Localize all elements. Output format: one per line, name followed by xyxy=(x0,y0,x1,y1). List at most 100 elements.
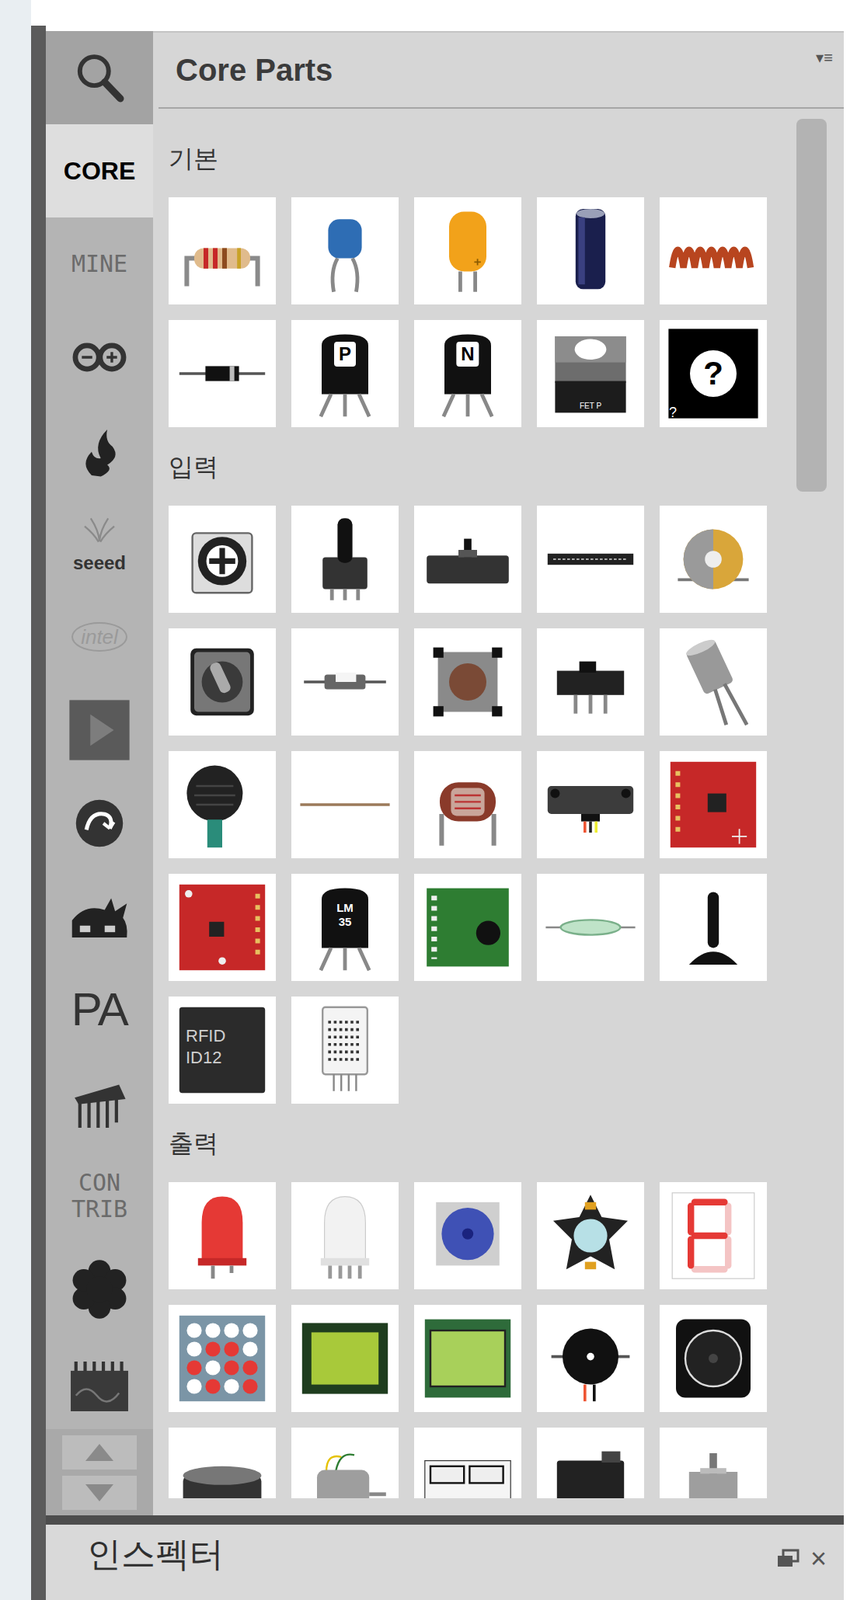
part-tile[interactable] xyxy=(168,1182,276,1290)
pa-logo-icon: PA xyxy=(71,986,129,1034)
part-tile[interactable] xyxy=(414,197,522,305)
part-tile[interactable] xyxy=(414,505,522,614)
bin-tab[interactable] xyxy=(45,870,154,964)
logo-text: intel xyxy=(71,622,128,652)
tab-scroll xyxy=(45,1429,154,1516)
chip-icon xyxy=(66,1350,133,1416)
parts-list: 기본PNFET P??입력LM35RFIDID12출력 xyxy=(153,108,797,1499)
bin-tab[interactable] xyxy=(45,1336,154,1430)
part-tile[interactable] xyxy=(536,628,645,736)
part-tile[interactable]: RFIDID12 xyxy=(168,996,276,1105)
bin-tab[interactable] xyxy=(45,31,154,125)
part-tile[interactable] xyxy=(168,320,276,428)
part-tile[interactable]: ?? xyxy=(659,320,767,428)
part-label: FET P xyxy=(579,402,602,411)
part-tile[interactable] xyxy=(414,751,522,859)
arduino-icon xyxy=(66,324,133,391)
part-tile[interactable] xyxy=(168,628,276,736)
tab-text: CORE xyxy=(63,158,136,184)
scrollbar[interactable] xyxy=(796,108,827,1499)
panel-title: Core Parts xyxy=(175,54,333,86)
lm35-icon xyxy=(298,881,392,975)
bin-tab[interactable] xyxy=(45,1056,154,1150)
inspector-title: 인스펙터 xyxy=(87,1534,224,1576)
play-icon xyxy=(66,697,133,763)
pushbutton-icon xyxy=(421,635,515,729)
circle-icon xyxy=(66,790,133,857)
part-tile[interactable] xyxy=(414,874,522,982)
part-tile[interactable] xyxy=(291,1305,399,1413)
scroll-up-icon[interactable] xyxy=(62,1435,137,1471)
menu-icon[interactable]: ▾≡ xyxy=(815,49,833,66)
lcd1-icon xyxy=(298,1312,392,1406)
part-tile[interactable] xyxy=(168,1428,276,1499)
bin-tab[interactable] xyxy=(45,310,154,405)
bin-tab[interactable]: PA xyxy=(45,963,154,1057)
part-tile[interactable] xyxy=(659,751,767,859)
part-tile[interactable] xyxy=(659,1428,767,1499)
bin-tab[interactable]: intel xyxy=(45,590,154,684)
slideswitch-icon xyxy=(543,635,638,729)
part-tile[interactable] xyxy=(168,874,276,982)
part-tile[interactable] xyxy=(291,1182,399,1290)
scrollbar-thumb[interactable] xyxy=(796,118,827,492)
part-label: ID12 xyxy=(185,1049,222,1067)
part-tile[interactable] xyxy=(414,1305,522,1413)
part-tile[interactable] xyxy=(659,197,767,305)
bin-tab[interactable]: seeed xyxy=(45,497,154,591)
bin-tab[interactable] xyxy=(45,683,154,777)
part-tile[interactable] xyxy=(659,505,767,614)
part-tile[interactable] xyxy=(536,197,645,305)
accelboard-icon xyxy=(666,758,760,852)
part-tile[interactable]: N xyxy=(414,320,522,428)
bin-tab[interactable] xyxy=(45,404,154,498)
part-tile[interactable] xyxy=(168,505,276,614)
parts-section: 출력 xyxy=(168,1104,797,1499)
part-tile[interactable] xyxy=(659,1182,767,1290)
part-tile[interactable] xyxy=(536,874,645,982)
part-tile[interactable] xyxy=(291,751,399,859)
parts-panel: Core Parts ▾≡ 기본PNFET P??입력LM35RFIDID12출… xyxy=(153,31,844,1516)
bin-tab[interactable] xyxy=(45,1243,154,1337)
part-tile[interactable] xyxy=(659,1305,767,1413)
part-tile[interactable] xyxy=(536,1182,645,1290)
tiltsensor-icon xyxy=(666,635,760,729)
bin-tab[interactable] xyxy=(45,776,154,871)
part-tile[interactable] xyxy=(291,505,399,614)
parts-section: 기본 P N FET P?? xyxy=(168,118,797,428)
bin-tab[interactable]: CORE xyxy=(45,124,154,218)
part-tile[interactable] xyxy=(414,628,522,736)
part-tile[interactable] xyxy=(291,1428,399,1499)
bin-tab[interactable]: CON TRIB xyxy=(45,1149,154,1244)
part-tile[interactable] xyxy=(291,996,399,1105)
close-button[interactable]: × xyxy=(810,1545,827,1574)
part-tile[interactable] xyxy=(536,1428,645,1499)
section-title: 기본 xyxy=(168,146,219,171)
part-tile[interactable] xyxy=(168,1305,276,1413)
redled-icon xyxy=(175,1189,269,1283)
bin-tab[interactable]: MINE xyxy=(45,217,154,311)
scroll-down-icon[interactable] xyxy=(62,1476,137,1511)
tab-text: CON TRIB xyxy=(68,1170,131,1224)
part-tile[interactable] xyxy=(168,751,276,859)
part-tile[interactable] xyxy=(291,197,399,305)
section-title: 출력 xyxy=(168,1131,219,1157)
part-tile[interactable]: LM35 xyxy=(291,874,399,982)
part-tile[interactable] xyxy=(536,505,645,614)
part-tile[interactable] xyxy=(414,1182,522,1290)
part-tile[interactable] xyxy=(291,628,399,736)
part-tile[interactable] xyxy=(659,628,767,736)
part-label: N xyxy=(456,341,479,367)
servo-icon xyxy=(543,1435,638,1499)
part-tile[interactable]: FET P xyxy=(536,320,645,428)
float-icon[interactable] xyxy=(776,1549,800,1570)
part-tile[interactable] xyxy=(536,751,645,859)
part-tile[interactable] xyxy=(659,874,767,982)
part-tile[interactable]: P xyxy=(291,320,399,428)
part-tile[interactable] xyxy=(414,1428,522,1499)
part-tile[interactable] xyxy=(168,197,276,305)
pnp-icon xyxy=(298,327,392,421)
speaker-icon xyxy=(666,1312,760,1406)
part-tile[interactable] xyxy=(536,1305,645,1413)
resistor-icon xyxy=(175,204,269,298)
